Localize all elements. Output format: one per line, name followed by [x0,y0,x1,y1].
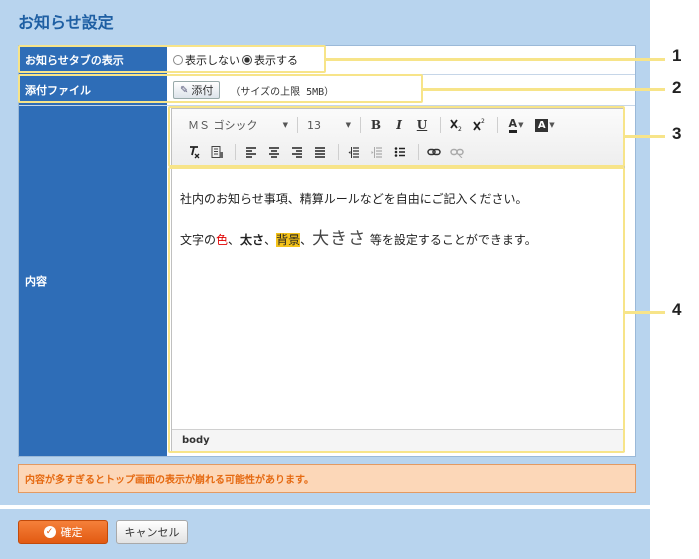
radio-show[interactable]: 表示する [242,52,298,68]
large-text: 大きさ [312,229,367,249]
radio-show-label: 表示する [254,54,298,67]
link-icon [427,148,441,156]
superscript-button[interactable]: 2 [469,116,489,134]
radio-hide-label: 表示しない [185,54,240,67]
callout-number-4: 4 [672,300,682,319]
callout-leader-4 [625,311,665,314]
attachment-label: 添付ファイル [19,75,167,105]
underline-button[interactable]: U [412,116,432,134]
font-name-select[interactable]: ＭＳ ゴシック ▼ [184,116,292,134]
align-right-button[interactable] [287,143,307,161]
chevron-down-icon: ▼ [345,121,351,129]
bg-color-button[interactable]: A ▼ [532,116,558,134]
radio-show-circle[interactable] [242,55,252,65]
justify-icon [315,147,325,158]
page-title: お知らせ設定 [18,13,114,32]
callout-leader-1 [326,58,665,61]
rich-text-editor: ＭＳ ゴシック ▼ 13 ▼ B I U 2 2 A ▼ A ▼ 社内のお知らせ… [171,108,625,452]
align-left-button[interactable] [241,143,261,161]
attachment-size-note: （サイズの上限 5MB） [230,86,335,98]
align-center-icon [269,147,279,158]
callout-number-2: 2 [672,78,682,97]
remove-format-button[interactable] [184,143,204,161]
font-name-value: ＭＳ ゴシック [188,119,258,132]
warning-message: 内容が多すぎるとトップ画面の表示が崩れる可能性があります。 [18,464,636,493]
text-color-button[interactable]: A ▼ [503,116,529,134]
bold-text: 太さ [240,233,265,247]
text-segment: 文字の [180,233,217,247]
toolbar-separator [418,144,419,160]
content-line-1: 社内のお知らせ事項、精算ルールなどを自由にご記入ください。 [180,192,528,206]
font-size-select[interactable]: 13 ▼ [303,116,355,134]
text-segment: 、 [300,233,313,247]
tab-display-label: お知らせタブの表示 [19,46,167,74]
unlink-button[interactable] [447,143,467,161]
indent-button[interactable] [344,143,364,161]
bullet-list-icon [394,147,405,157]
align-right-icon [292,147,302,158]
settings-panel: お知らせ設定 お知らせタブの表示 表示しない 表示する 添付ファイル ✎ 添付 … [0,0,650,559]
settings-form: お知らせタブの表示 表示しない 表示する 添付ファイル ✎ 添付 （サイズの上限… [18,45,636,457]
content-label: 内容 [19,106,167,456]
chevron-down-icon: ▼ [282,121,288,129]
cancel-button[interactable]: キャンセル [116,520,188,544]
toolbar-separator [338,144,339,160]
subscript-button[interactable]: 2 [446,116,466,134]
text-segment: 、 [228,233,241,247]
unlink-icon [450,148,464,158]
bg-color-icon: A [535,118,549,132]
remove-format-icon [190,146,200,159]
svg-text:2: 2 [458,126,462,132]
source-icon [211,146,223,158]
confirm-button-label: 確定 [60,526,83,539]
content-line-2: 文字の色、太さ、背景、大きさ 等を設定することができます。 [180,230,616,249]
radio-hide-circle[interactable] [173,55,183,65]
bold-button[interactable]: B [366,116,386,134]
source-button[interactable] [207,143,227,161]
attach-button-label: 添付 [191,84,214,97]
callout-number-3: 3 [672,124,682,143]
toolbar-separator [497,117,498,133]
justify-button[interactable] [310,143,330,161]
italic-button[interactable]: I [389,116,409,134]
toolbar-separator [360,117,361,133]
text-color-icon: A [508,117,518,133]
callout-number-1: 1 [672,46,682,65]
font-size-value: 13 [307,118,321,132]
radio-hide[interactable]: 表示しない [173,52,240,68]
paperclip-icon: ✎ [180,84,189,96]
element-path: body [172,429,624,451]
chevron-down-icon: ▼ [518,121,524,129]
align-left-icon [246,147,256,158]
text-segment: 等を設定することができます。 [366,233,537,247]
toolbar-separator [297,117,298,133]
callout-leader-3 [625,135,665,138]
callout-leader-2 [423,88,665,91]
chevron-down-icon: ▼ [549,121,555,129]
align-center-button[interactable] [264,143,284,161]
indent-icon [348,147,359,158]
editor-toolbar: ＭＳ ゴシック ▼ 13 ▼ B I U 2 2 A ▼ A ▼ [172,109,624,167]
highlighted-text: 背景 [276,233,301,247]
subscript-icon: 2 [450,119,462,132]
toolbar-separator [235,144,236,160]
attach-button[interactable]: ✎ 添付 [173,81,221,99]
confirm-button[interactable]: ✓ 確定 [18,520,108,544]
check-icon: ✓ [43,526,56,538]
superscript-icon: 2 [473,118,485,131]
colored-text: 色 [216,233,229,247]
svg-text:2: 2 [481,118,485,125]
divider [0,505,650,509]
editor-content[interactable]: 社内のお知らせ事項、精算ルールなどを自由にご記入ください。 文字の色、太さ、背景… [172,168,624,429]
link-button[interactable] [424,143,444,161]
bullet-list-button[interactable] [390,143,410,161]
outdent-button[interactable] [367,143,387,161]
toolbar-separator [440,117,441,133]
outdent-icon [371,147,382,158]
text-segment: 、 [264,233,277,247]
